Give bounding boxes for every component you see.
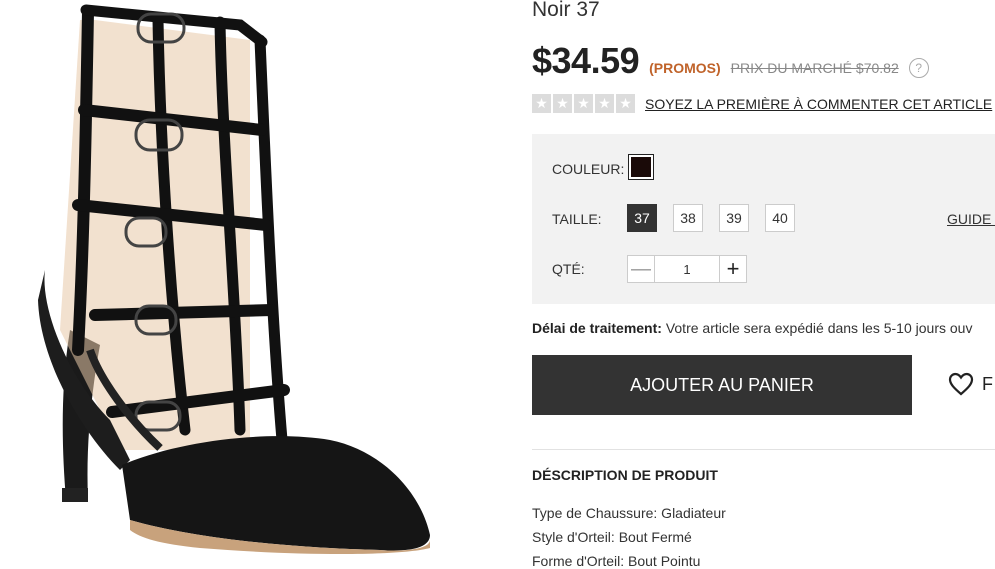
star-icon: ★ [616,94,635,113]
color-label: COULEUR: [552,161,625,177]
heart-icon [948,372,974,396]
color-swatch-black[interactable] [628,154,654,180]
size-option-37[interactable]: 37 [627,204,657,232]
processing-time: Délai de traitement: Votre article sera … [532,320,972,336]
quantity-input[interactable]: 1 [655,255,719,283]
size-option-39[interactable]: 39 [719,204,749,232]
product-image[interactable] [0,0,500,568]
quantity-stepper: — 1 + [627,255,747,283]
rating-row: ★ ★ ★ ★ ★ SOYEZ LA PREMIÈRE À COMMENTER … [532,94,992,113]
market-price: PRIX DU MARCHÉ $70.82 [730,60,899,76]
price-row: $34.59 (PROMOS) PRIX DU MARCHÉ $70.82 ? [532,40,929,82]
promo-label: (PROMOS) [649,60,721,76]
quantity-label: QTÉ: [552,261,585,277]
section-divider [532,449,995,450]
star-icon: ★ [595,94,614,113]
add-to-cart-button[interactable]: AJOUTER AU PANIER [532,355,912,415]
quantity-plus-button[interactable]: + [719,255,747,283]
color-swatch-fill [631,157,651,177]
product-title: Noir 37 [532,0,600,21]
current-price: $34.59 [532,40,640,81]
processing-text: Votre article sera expédié dans les 5-10… [661,320,973,336]
size-option-40[interactable]: 40 [765,204,795,232]
processing-label: Délai de traitement: [532,320,662,336]
description-line: Type de Chaussure: Gladiateur [532,505,726,521]
description-line: Forme d'Orteil: Bout Pointu [532,553,701,569]
size-guide-link[interactable]: GUIDE I [947,211,995,227]
star-icon: ★ [553,94,572,113]
description-title: DÉSCRIPTION DE PRODUIT [532,467,718,483]
size-label: TAILLE: [552,211,602,227]
size-option-38[interactable]: 38 [673,204,703,232]
star-icon: ★ [532,94,551,113]
rating-stars[interactable]: ★ ★ ★ ★ ★ [532,94,635,113]
quantity-minus-button[interactable]: — [627,255,655,283]
favorite-label: F [982,373,993,394]
shoe-illustration [38,4,430,554]
star-icon: ★ [574,94,593,113]
help-icon[interactable]: ? [908,58,929,78]
options-panel: COULEUR: TAILLE: 37 38 39 40 GUIDE I QTÉ… [532,134,995,304]
description-line: Style d'Orteil: Bout Fermé [532,529,692,545]
write-review-link[interactable]: SOYEZ LA PREMIÈRE À COMMENTER CET ARTICL… [645,96,992,112]
favorite-button[interactable]: F [948,372,993,396]
